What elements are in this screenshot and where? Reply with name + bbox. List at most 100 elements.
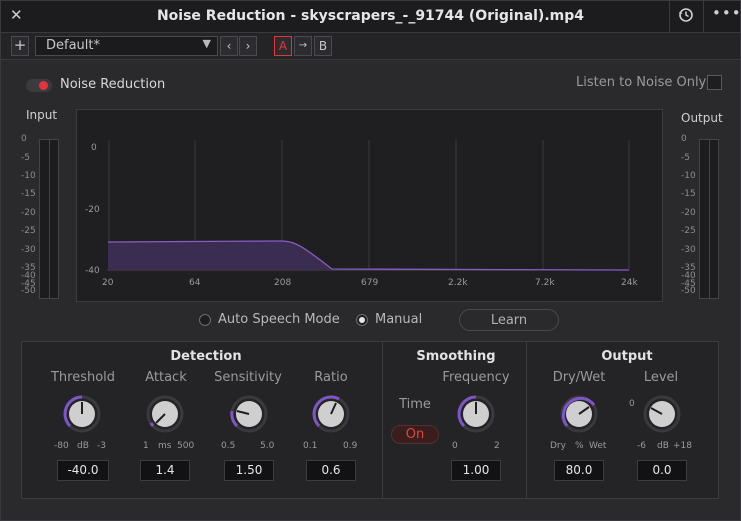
plugin-window: ✕ Noise Reduction - skyscrapers_-_91744 … xyxy=(0,0,741,521)
drywet-value-field[interactable]: 80.0 xyxy=(554,460,604,481)
section-divider xyxy=(382,341,383,499)
input-meter-tick: 0 xyxy=(21,134,27,144)
output-meter-tick: -15 xyxy=(681,189,696,199)
input-meter-tick: -50 xyxy=(21,286,36,296)
frequency-value-field[interactable]: 1.00 xyxy=(451,460,501,481)
ab-a-button[interactable]: A xyxy=(274,36,292,56)
frequency-scale-min: 0 xyxy=(452,441,458,451)
input-meter-tick: -20 xyxy=(21,208,36,218)
title-bar: ✕ Noise Reduction - skyscrapers_-_91744 … xyxy=(1,1,741,33)
frequency-knob[interactable] xyxy=(457,395,495,433)
input-meter xyxy=(39,139,59,299)
graph-y-label: 0 xyxy=(91,143,97,153)
level-scale-max: +18 xyxy=(673,441,692,451)
level-scale-unit: dB xyxy=(657,441,669,451)
ratio-value-field[interactable]: 0.6 xyxy=(306,460,356,481)
input-meter-tick: -10 xyxy=(21,171,36,181)
drywet-scale-min: Dry xyxy=(550,441,566,451)
input-meter-label: Input xyxy=(26,108,58,122)
section-divider xyxy=(526,341,527,499)
detection-title: Detection xyxy=(170,349,242,364)
graph-x-label: 64 xyxy=(189,278,201,288)
sensitivity-scale-min: 0.5 xyxy=(221,441,236,451)
output-meter-tick: 0 xyxy=(681,134,687,144)
manual-radio[interactable] xyxy=(356,314,368,326)
level-value-field[interactable]: 0.0 xyxy=(637,460,687,481)
controls-panel xyxy=(21,341,719,499)
noise-reduction-label: Noise Reduction xyxy=(60,77,166,92)
drywet-scale-unit: % xyxy=(575,441,584,451)
attack-scale-min: 1 xyxy=(143,441,149,451)
next-preset-button[interactable]: › xyxy=(239,36,257,56)
level-label: Level xyxy=(643,370,679,385)
drywet-knob[interactable] xyxy=(560,395,598,433)
window-title: Noise Reduction - skyscrapers_-_91744 (O… xyxy=(156,8,585,24)
drywet-scale-max: Wet xyxy=(589,441,607,451)
smoothing-title: Smoothing xyxy=(416,349,496,364)
attack-scale-max: 500 xyxy=(177,441,195,451)
sensitivity-value-field[interactable]: 1.50 xyxy=(224,460,274,481)
output-meter-tick: -25 xyxy=(681,226,696,236)
output-meter-tick: -20 xyxy=(681,208,696,218)
output-meter-tick: -30 xyxy=(681,245,696,255)
preset-dropdown[interactable]: Default* ▼ xyxy=(35,36,218,56)
ratio-knob[interactable] xyxy=(312,395,350,433)
auto-speech-label: Auto Speech Mode xyxy=(218,312,340,327)
more-options-icon[interactable]: ••• xyxy=(712,4,741,22)
output-title: Output xyxy=(601,349,653,364)
toggle-dot xyxy=(39,81,48,90)
noise-profile-graph: 0 -20 -40 20 64 208 679 2.2k 7.2k 24k xyxy=(76,109,663,302)
attack-label: Attack xyxy=(145,370,187,385)
frequency-label: Frequency xyxy=(442,370,510,385)
graph-x-label: 20 xyxy=(102,278,114,288)
learn-button[interactable]: Learn xyxy=(459,309,559,331)
threshold-value-field[interactable]: -40.0 xyxy=(57,460,109,481)
output-meter-tick: -5 xyxy=(681,153,690,163)
ab-copy-button[interactable]: → xyxy=(294,36,312,56)
output-meter-label: Output xyxy=(681,111,723,125)
threshold-scale-min: -80 xyxy=(54,441,69,451)
threshold-scale-max: -3 xyxy=(97,441,106,451)
preset-value: Default* xyxy=(46,38,100,53)
noise-reduction-toggle[interactable] xyxy=(26,79,52,92)
threshold-knob[interactable] xyxy=(63,395,101,433)
frequency-scale-max: 2 xyxy=(494,441,500,451)
add-preset-button[interactable]: + xyxy=(11,36,29,56)
graph-x-label: 208 xyxy=(274,278,291,288)
sensitivity-knob[interactable] xyxy=(230,395,268,433)
auto-speech-radio[interactable] xyxy=(199,314,211,326)
threshold-scale-unit: dB xyxy=(77,441,89,451)
time-label: Time xyxy=(399,397,431,412)
ratio-scale-min: 0.1 xyxy=(303,441,318,451)
output-meter-tick: -50 xyxy=(681,286,696,296)
ratio-label: Ratio xyxy=(314,370,348,385)
listen-noise-label: Listen to Noise Only xyxy=(576,75,707,90)
ab-b-button[interactable]: B xyxy=(314,36,332,56)
ratio-scale-max: 0.9 xyxy=(343,441,358,451)
drywet-label: Dry/Wet xyxy=(552,370,606,385)
attack-knob[interactable] xyxy=(146,395,184,433)
listen-noise-checkbox[interactable] xyxy=(707,75,722,90)
title-divider xyxy=(669,1,670,32)
prev-preset-button[interactable]: ‹ xyxy=(220,36,238,56)
graph-x-label: 7.2k xyxy=(535,278,555,288)
title-divider xyxy=(703,1,704,32)
sensitivity-scale-max: 5.0 xyxy=(260,441,275,451)
history-icon[interactable] xyxy=(677,6,695,28)
level-knob[interactable] xyxy=(643,395,681,433)
time-on-button[interactable]: On xyxy=(391,425,439,444)
attack-value-field[interactable]: 1.4 xyxy=(140,460,190,481)
input-meter-tick: -25 xyxy=(21,226,36,236)
graph-x-label: 2.2k xyxy=(448,278,468,288)
level-scale-zero: 0 xyxy=(629,399,635,409)
chevron-down-icon: ▼ xyxy=(202,37,211,50)
attack-scale-unit: ms xyxy=(158,441,172,451)
output-meter xyxy=(699,139,719,299)
input-meter-tick: -30 xyxy=(21,245,36,255)
graph-y-label: -20 xyxy=(85,205,100,215)
graph-x-label: 679 xyxy=(361,278,378,288)
noise-profile-svg: 0 -20 -40 20 64 208 679 2.2k 7.2k 24k xyxy=(85,140,638,288)
graph-y-label: -40 xyxy=(85,266,100,276)
threshold-label: Threshold xyxy=(50,370,116,385)
output-meter-tick: -10 xyxy=(681,171,696,181)
